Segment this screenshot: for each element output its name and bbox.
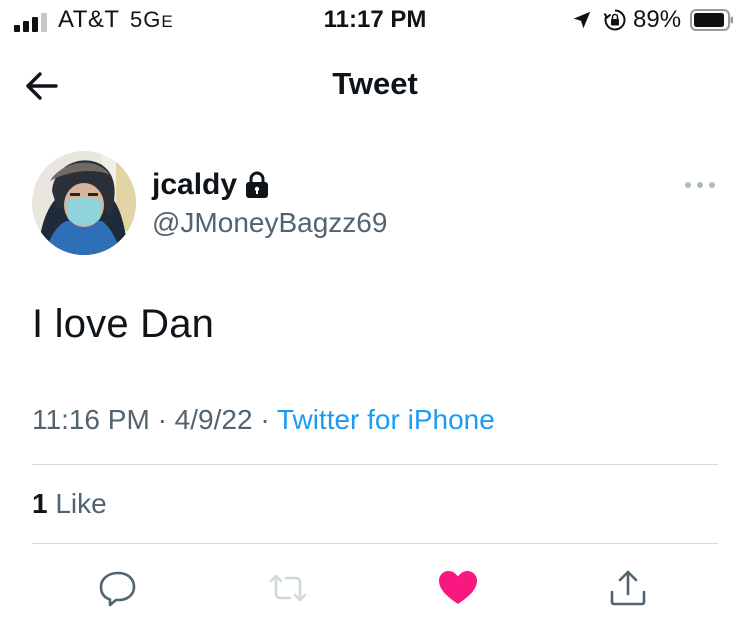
tweet-metadata: 11:16 PM · 4/9/22 · Twitter for iPhone	[32, 404, 495, 436]
reply-icon[interactable]	[96, 566, 140, 610]
divider	[32, 464, 718, 465]
page-title: Tweet	[332, 66, 418, 101]
avatar[interactable]	[32, 151, 136, 255]
tweet-source-link[interactable]: Twitter for iPhone	[277, 404, 495, 435]
author-name[interactable]: jcaldy	[152, 168, 237, 202]
battery-percent: 89%	[633, 6, 682, 33]
battery-icon	[690, 9, 733, 31]
divider	[32, 543, 718, 544]
share-icon[interactable]	[606, 566, 650, 610]
more-dots-icon[interactable]	[680, 173, 720, 197]
like-count-label: Like	[55, 488, 107, 519]
separator: ·	[157, 404, 167, 435]
status-bar: AT&T 5GE 11:17 PM 89%	[0, 0, 750, 44]
retweet-icon[interactable]	[266, 566, 310, 610]
like-icon[interactable]	[436, 566, 480, 610]
tweet-time: 11:16 PM	[32, 404, 150, 435]
location-arrow-icon	[573, 11, 591, 29]
tweet-date: 4/9/22	[174, 404, 253, 435]
lock-icon	[246, 171, 268, 198]
like-count-number: 1	[32, 488, 48, 519]
tweet-text: I love Dan	[32, 302, 215, 346]
separator: ·	[260, 404, 270, 435]
likes-count[interactable]: 1 Like	[32, 488, 107, 520]
author-handle[interactable]: @JMoneyBagzz69	[152, 207, 387, 239]
rotation-lock-icon	[603, 9, 626, 31]
